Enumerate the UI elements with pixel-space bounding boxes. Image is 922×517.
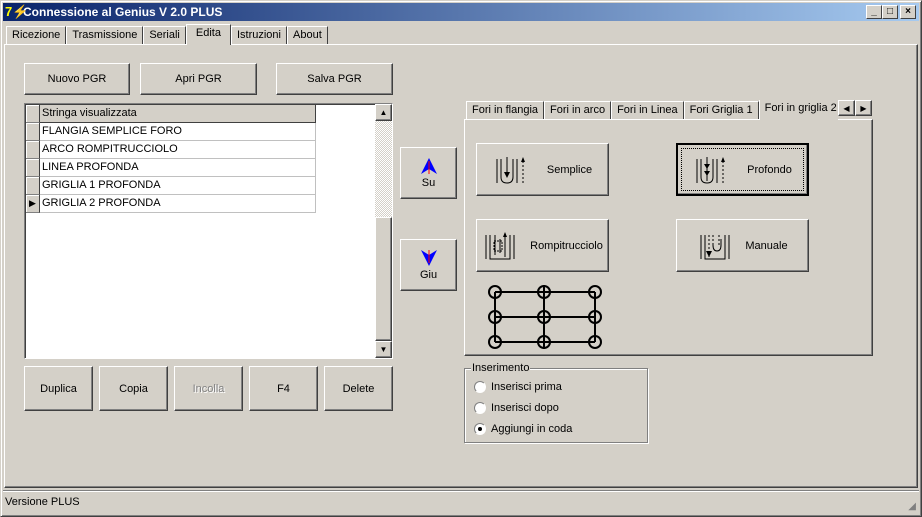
tab-seriali[interactable]: Seriali [143, 26, 186, 45]
rompitrucciolo-button[interactable]: Rompitrucciolo [476, 219, 609, 272]
scroll-up-button[interactable]: ▲ [375, 104, 392, 121]
vertical-scrollbar[interactable]: ▲ ▼ [375, 104, 392, 358]
drill-chipbreak-icon [485, 231, 515, 259]
tab-fori-arco[interactable]: Fori in arco [544, 101, 612, 120]
radio-button[interactable] [474, 402, 486, 414]
table-row[interactable]: ARCO ROMPITRUCCIOLO [26, 141, 316, 159]
move-down-button[interactable]: Giu [400, 239, 457, 291]
status-bar: Versione PLUS ◢ [3, 490, 919, 514]
radio-button[interactable] [474, 381, 486, 393]
cycle-tabs: Fori in flangia Fori in arco Fori in Lin… [466, 100, 838, 120]
program-grid[interactable]: Stringa visualizzata FLANGIA SEMPLICE FO… [24, 103, 393, 359]
scroll-down-button[interactable]: ▼ [375, 341, 392, 358]
tab-fori-griglia-1[interactable]: Fori Griglia 1 [683, 101, 759, 120]
radio-option[interactable]: Inserisci dopo [474, 400, 572, 416]
main-tabs: Ricezione Trasmissione Seriali Edita Ist… [6, 24, 328, 45]
maximize-button[interactable]: □ [882, 5, 898, 19]
duplicate-button[interactable]: Duplica [24, 366, 93, 411]
insert-groupbox: Inserimento Inserisci prima Inserisci dop… [464, 362, 648, 443]
radio-option[interactable]: Aggiungi in coda [474, 421, 572, 437]
row-indicator[interactable] [26, 123, 40, 141]
table-row[interactable]: GRIGLIA 1 PROFONDA [26, 177, 316, 195]
tab-trasmissione[interactable]: Trasmissione [66, 26, 144, 45]
tab-fori-flangia[interactable]: Fori in flangia [466, 101, 545, 120]
radio-label: Inserisci prima [491, 381, 562, 393]
minimize-button[interactable]: _ [866, 5, 882, 19]
table-cell[interactable]: LINEA PROFONDA [40, 159, 316, 177]
profondo-button[interactable]: Profondo [676, 143, 809, 196]
app-icon: 7⚡ [5, 4, 29, 19]
copy-button[interactable]: Copia [99, 366, 168, 411]
table-row[interactable]: FLANGIA SEMPLICE FORO [26, 123, 316, 141]
groupbox-legend: Inserimento [471, 362, 531, 374]
row-indicator[interactable] [26, 141, 40, 159]
f4-button[interactable]: F4 [249, 366, 318, 411]
drill-simple-icon [496, 156, 525, 184]
move-up-button[interactable]: Su [400, 147, 457, 199]
manuale-button[interactable]: Manuale [676, 219, 809, 272]
radio-button[interactable] [474, 423, 486, 435]
table-cell[interactable]: ARCO ROMPITRUCCIOLO [40, 141, 316, 159]
arrow-up-icon [420, 157, 437, 174]
radio-label: Inserisci dopo [491, 402, 559, 414]
drill-deep-icon [696, 156, 726, 184]
paste-button[interactable]: Incolla [174, 366, 243, 411]
window-title: Connessione al Genius V 2.0 PLUS [23, 5, 223, 19]
table-cell[interactable]: GRIGLIA 1 PROFONDA [40, 177, 316, 195]
tab-istruzioni[interactable]: Istruzioni [230, 26, 287, 45]
row-pointer-icon[interactable]: ▶ [26, 195, 40, 213]
close-button[interactable]: × [900, 5, 916, 19]
tab-fori-griglia-2[interactable]: Fori in griglia 2 [758, 100, 838, 120]
tab-fori-linea[interactable]: Fori in Linea [611, 101, 684, 120]
tab-about[interactable]: About [287, 26, 328, 45]
table-row[interactable]: LINEA PROFONDA [26, 159, 316, 177]
row-indicator[interactable] [26, 177, 40, 195]
arrow-down-icon [420, 249, 437, 266]
new-pgr-button[interactable]: Nuovo PGR [24, 63, 130, 95]
table-row[interactable]: ▶ GRIGLIA 2 PROFONDA [26, 195, 316, 213]
radio-option[interactable]: Inserisci prima [474, 379, 572, 395]
tabs-scroll-left[interactable]: ◀ [838, 100, 855, 116]
radio-label: Aggiungi in coda [491, 423, 573, 435]
grid-header: Stringa visualizzata [26, 105, 316, 123]
tabs-scroll-right[interactable]: ▶ [855, 100, 872, 116]
grid-holes-diagram [488, 285, 602, 349]
save-pgr-button[interactable]: Salva PGR [276, 63, 393, 95]
column-header[interactable]: Stringa visualizzata [40, 105, 316, 123]
scroll-thumb[interactable] [375, 217, 392, 341]
row-indicator[interactable] [26, 159, 40, 177]
tab-ricezione[interactable]: Ricezione [6, 26, 67, 45]
open-pgr-button[interactable]: Apri PGR [140, 63, 257, 95]
title-bar: Connessione al Genius V 2.0 PLUS [3, 3, 919, 21]
table-cell[interactable]: FLANGIA SEMPLICE FORO [40, 123, 316, 141]
table-cell[interactable]: GRIGLIA 2 PROFONDA [40, 195, 316, 213]
resize-grip-icon[interactable]: ◢ [908, 501, 916, 512]
drill-manual-icon [700, 234, 730, 259]
status-text: Versione PLUS [5, 496, 80, 508]
semplice-button[interactable]: Semplice [476, 143, 609, 196]
delete-button[interactable]: Delete [324, 366, 393, 411]
tab-edita[interactable]: Edita [185, 24, 231, 45]
